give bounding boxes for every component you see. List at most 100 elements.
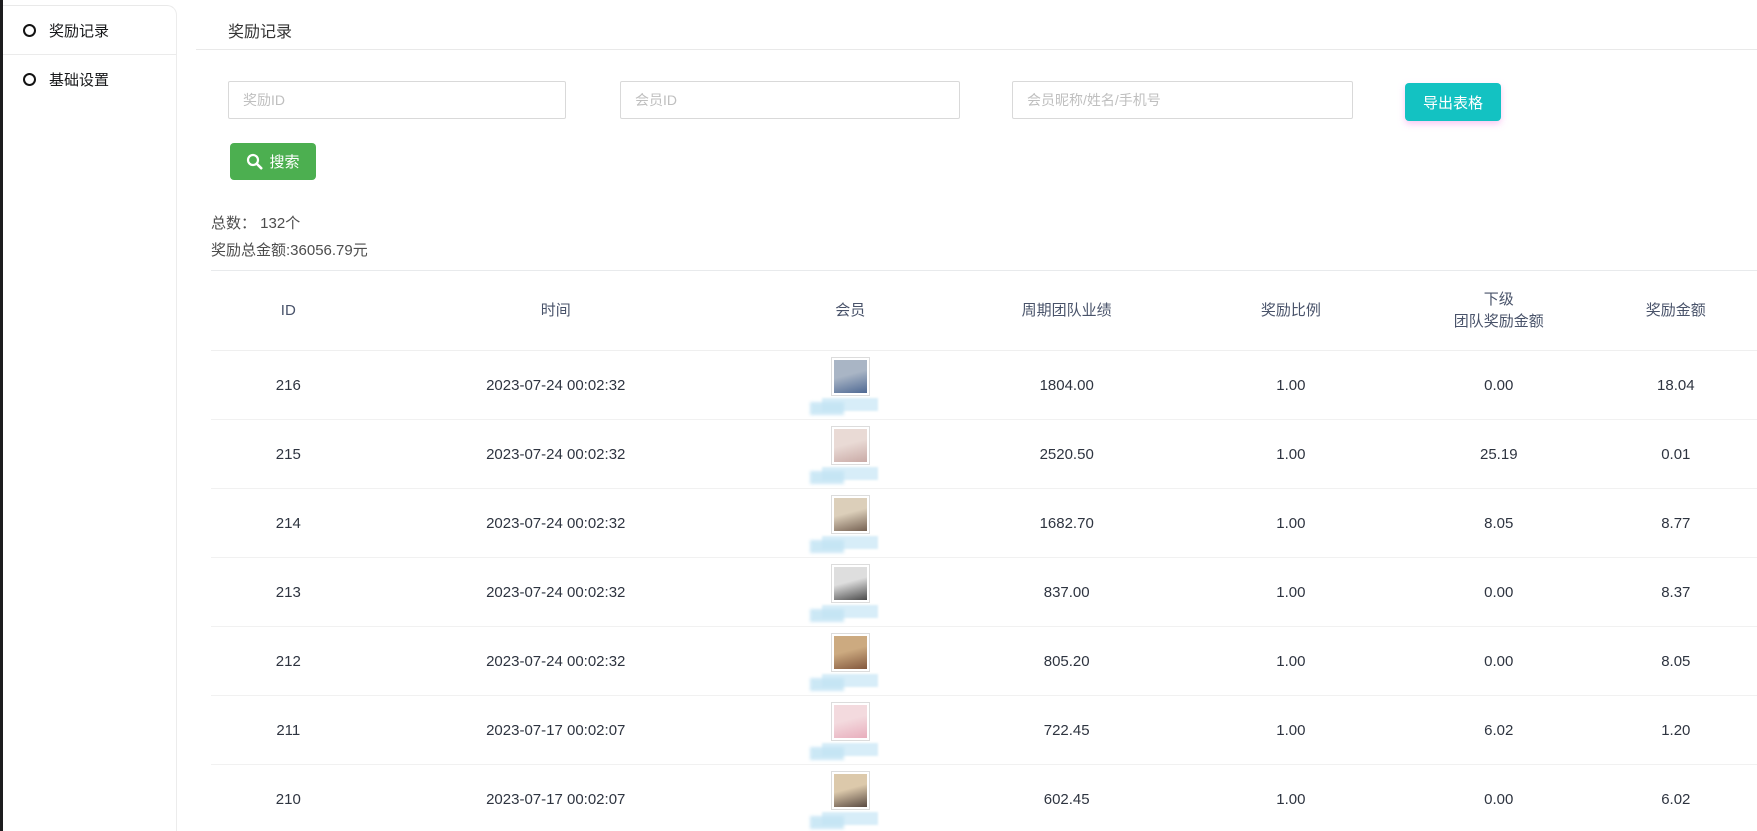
cell-performance: 602.45 [955,765,1179,831]
rewards-table: ID 时间 会员 周期团队业绩 奖励比例 下级 团队奖励金额 奖励金额 216 … [211,270,1757,831]
col-header-time: 时间 [366,271,746,351]
censored-name [822,467,878,482]
cell-id: 212 [211,627,366,696]
table-header-row: ID 时间 会员 周期团队业绩 奖励比例 下级 团队奖励金额 奖励金额 [211,271,1757,351]
col-header-reward-ratio: 奖励比例 [1179,271,1403,351]
cell-member [746,351,955,420]
cell-time: 2023-07-24 00:02:32 [366,627,746,696]
cell-sub-reward: 0.00 [1403,558,1595,627]
cell-member [746,489,955,558]
cell-member [746,558,955,627]
cat-avatar [831,357,870,396]
cell-id: 211 [211,696,366,765]
cell-ratio: 1.00 [1179,696,1403,765]
cell-time: 2023-07-24 00:02:32 [366,420,746,489]
col-header-member: 会员 [746,271,955,351]
sidebar-item-label: 基础设置 [49,69,109,90]
elder-portrait-avatar [831,426,870,465]
table-row: 213 2023-07-24 00:02:32 837.00 1.00 0.00… [211,558,1757,627]
cell-time: 2023-07-24 00:02:32 [366,558,746,627]
censored-name [822,812,878,827]
cell-reward: 8.77 [1595,489,1757,558]
cell-time: 2023-07-17 00:02:07 [366,765,746,831]
cell-member [746,696,955,765]
bw-photo-avatar [831,564,870,603]
cell-ratio: 1.00 [1179,351,1403,420]
censored-name [822,398,878,413]
cell-reward: 18.04 [1595,351,1757,420]
cell-id: 214 [211,489,366,558]
cell-member [746,420,955,489]
circle-icon [23,24,36,37]
screen: 奖励记录 基础设置 奖励记录 导出表格 搜索 总数： 132个 奖励总金额:36… [0,0,1757,831]
total-reward-amount: 奖励总金额:36056.79元 [211,237,368,264]
cell-time: 2023-07-24 00:02:32 [366,489,746,558]
col-header-id: ID [211,271,366,351]
col-header-sub-team-reward: 下级 团队奖励金额 [1403,271,1595,351]
cell-sub-reward: 25.19 [1403,420,1595,489]
sidebar-item-basic-settings[interactable]: 基础设置 [3,55,176,104]
cell-sub-reward: 6.02 [1403,696,1595,765]
table-row: 214 2023-07-24 00:02:32 1682.70 1.00 8.0… [211,489,1757,558]
search-button[interactable]: 搜索 [230,143,316,180]
cell-reward: 1.20 [1595,696,1757,765]
search-button-label: 搜索 [269,151,299,172]
reward-id-input[interactable] [228,81,566,119]
cell-performance: 722.45 [955,696,1179,765]
cell-id: 213 [211,558,366,627]
cell-reward: 6.02 [1595,765,1757,831]
sidebar-item-label: 奖励记录 [49,20,109,41]
cell-member [746,627,955,696]
illustrated-girl-avatar [831,771,870,810]
cell-performance: 2520.50 [955,420,1179,489]
cell-reward: 0.01 [1595,420,1757,489]
member-id-input[interactable] [620,81,960,119]
cell-id: 210 [211,765,366,831]
cell-ratio: 1.00 [1179,627,1403,696]
cell-ratio: 1.00 [1179,489,1403,558]
cell-time: 2023-07-17 00:02:07 [366,696,746,765]
table-row: 215 2023-07-24 00:02:32 2520.50 1.00 25.… [211,420,1757,489]
table-row: 212 2023-07-24 00:02:32 805.20 1.00 0.00… [211,627,1757,696]
censored-name [822,674,878,689]
censored-name [822,536,878,551]
cell-sub-reward: 8.05 [1403,489,1595,558]
summary-block: 总数： 132个 奖励总金额:36056.79元 [211,210,368,264]
cell-sub-reward: 0.00 [1403,765,1595,831]
table-row: 210 2023-07-17 00:02:07 602.45 1.00 0.00… [211,765,1757,831]
table-row: 216 2023-07-24 00:02:32 1804.00 1.00 0.0… [211,351,1757,420]
page-title: 奖励记录 [228,18,292,42]
girl-portrait-avatar [831,633,870,672]
member-name-input[interactable] [1012,81,1353,119]
cell-reward: 8.37 [1595,558,1757,627]
cell-performance: 1682.70 [955,489,1179,558]
pink-bunny-avatar [831,702,870,741]
total-count: 总数： 132个 [211,210,368,237]
cell-sub-reward: 0.00 [1403,627,1595,696]
col-header-reward-amount: 奖励金额 [1595,271,1757,351]
woman-portrait-avatar [831,495,870,534]
cell-member [746,765,955,831]
circle-icon [23,73,36,86]
header-divider [196,49,1757,50]
table-row: 211 2023-07-17 00:02:07 722.45 1.00 6.02… [211,696,1757,765]
cell-time: 2023-07-24 00:02:32 [366,351,746,420]
censored-name [822,743,878,758]
rewards-table-container: ID 时间 会员 周期团队业绩 奖励比例 下级 团队奖励金额 奖励金额 216 … [211,270,1757,831]
col-header-team-performance: 周期团队业绩 [955,271,1179,351]
censored-name [822,605,878,620]
cell-id: 216 [211,351,366,420]
sidebar: 奖励记录 基础设置 [3,5,177,831]
cell-ratio: 1.00 [1179,558,1403,627]
cell-performance: 837.00 [955,558,1179,627]
cell-ratio: 1.00 [1179,420,1403,489]
cell-reward: 8.05 [1595,627,1757,696]
cell-performance: 1804.00 [955,351,1179,420]
search-icon [246,153,263,170]
cell-ratio: 1.00 [1179,765,1403,831]
sidebar-item-reward-records[interactable]: 奖励记录 [3,6,176,55]
cell-sub-reward: 0.00 [1403,351,1595,420]
cell-id: 215 [211,420,366,489]
cell-performance: 805.20 [955,627,1179,696]
export-button[interactable]: 导出表格 [1405,83,1501,121]
